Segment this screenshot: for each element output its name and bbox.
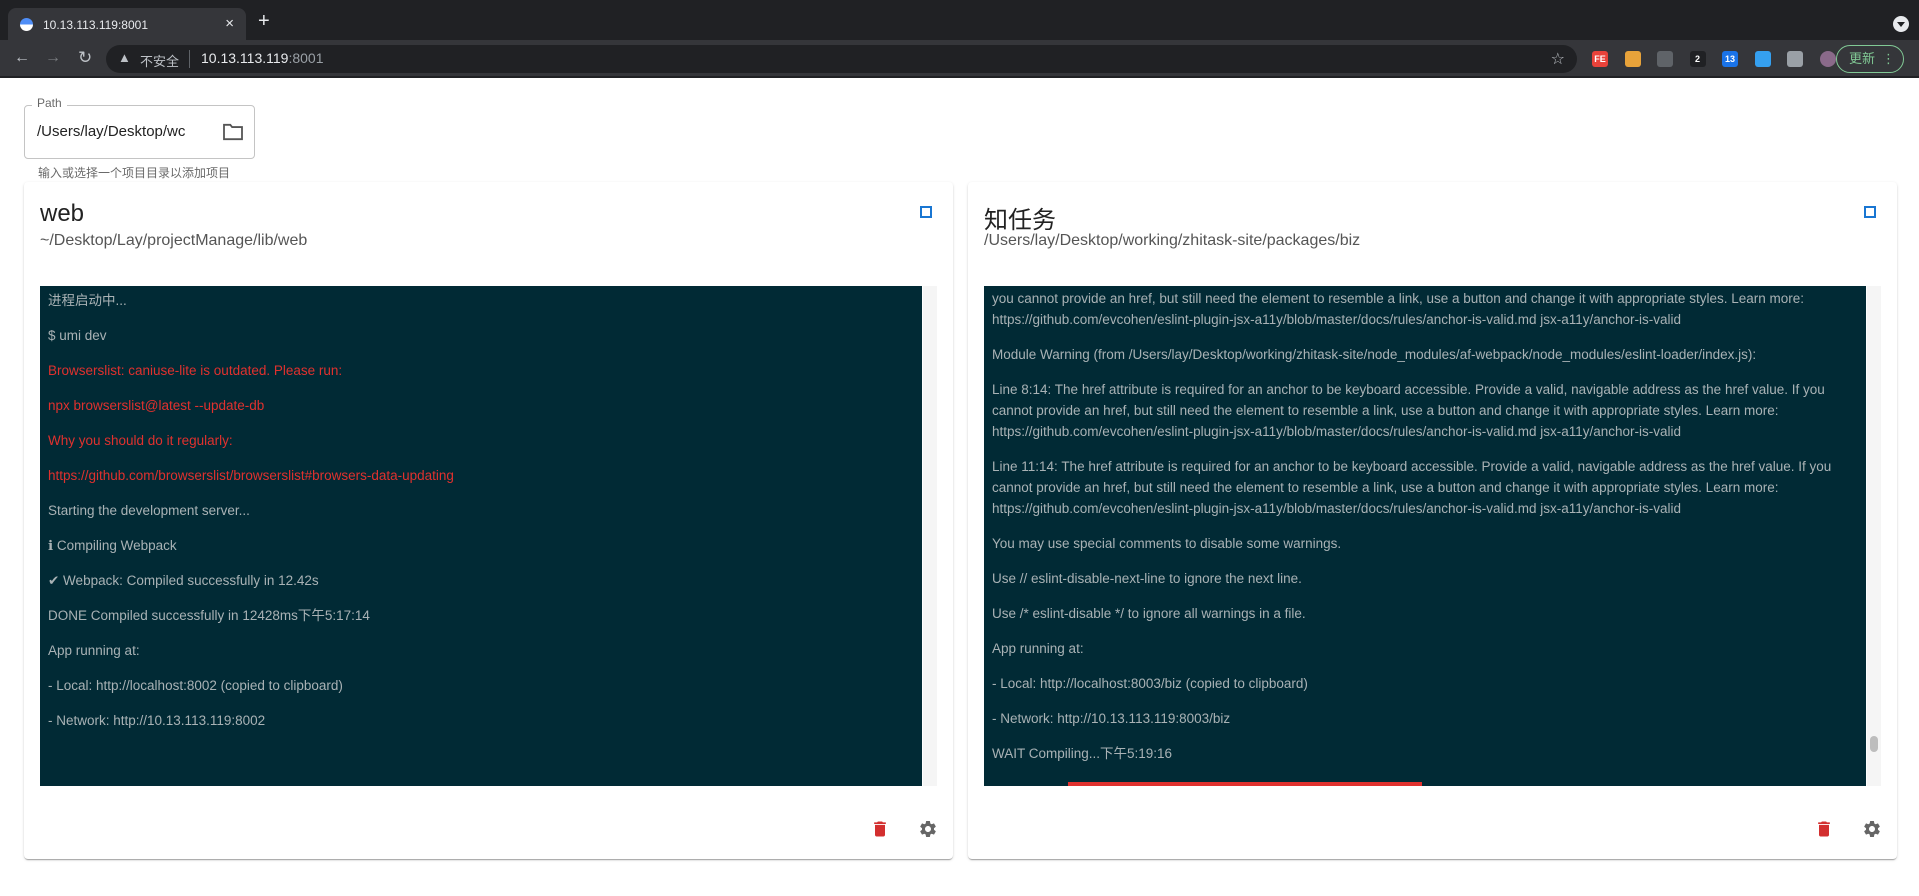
console-line: App running at: bbox=[992, 641, 1084, 656]
browser-toolbar: ← → ↻ ▲ 不安全 10.13.113.119:8001 ☆ FE 2 13 更… bbox=[0, 40, 1919, 78]
console-line: Line 8:14: The href attribute is require… bbox=[992, 382, 1825, 439]
delete-icon[interactable] bbox=[1814, 818, 1834, 840]
console-line: ✔ Webpack: Compiled successfully in 12.4… bbox=[48, 573, 319, 588]
browser-menu-icon[interactable]: ⋮ bbox=[1882, 46, 1895, 72]
select-checkbox[interactable] bbox=[920, 206, 932, 218]
console-line: Line 11:14: The href attribute is requir… bbox=[992, 459, 1832, 516]
settings-gear-icon[interactable] bbox=[1862, 818, 1882, 840]
browser-tab-bar: 10.13.113.119:8001 × + bbox=[0, 0, 1919, 40]
forward-button[interactable]: → bbox=[45, 48, 61, 68]
bookmark-star-icon[interactable]: ☆ bbox=[1551, 49, 1565, 69]
update-button[interactable]: 更新 ⋮ bbox=[1836, 45, 1904, 73]
console-line: 进程启动中... bbox=[48, 293, 127, 308]
new-tab-button[interactable]: + bbox=[258, 11, 270, 31]
insecure-label[interactable]: 不安全 bbox=[140, 51, 179, 70]
console-scrollbar[interactable] bbox=[1867, 286, 1881, 786]
console-line: - Local: http://localhost:8002 (copied t… bbox=[48, 678, 343, 693]
path-label: Path bbox=[32, 96, 67, 110]
console-line: you cannot provide an href, but still ne… bbox=[992, 291, 1804, 327]
url-host: 10.13.113.119 bbox=[201, 50, 289, 66]
o-extension-icon[interactable]: 2 bbox=[1689, 51, 1706, 67]
console-line: Module Warning (from /Users/lay/Desktop/… bbox=[992, 347, 1757, 362]
console-line: Starting the development server... bbox=[48, 503, 250, 518]
address-separator bbox=[189, 50, 190, 68]
project-card-zhitask: 知任务 /Users/lay/Desktop/working/zhitask-s… bbox=[968, 182, 1897, 859]
console-line: Use // eslint-disable-next-line to ignor… bbox=[992, 571, 1302, 586]
project-path: ~/Desktop/Lay/projectManage/lib/web bbox=[40, 232, 308, 249]
grid-extension-icon[interactable]: 13 bbox=[1722, 51, 1738, 67]
update-label: 更新 bbox=[1849, 51, 1876, 66]
back-button[interactable]: ← bbox=[14, 48, 30, 68]
console-line: - Network: http://10.13.113.119:8002 bbox=[48, 713, 266, 728]
warning-icon: ▲ bbox=[118, 50, 131, 65]
console-output: you cannot provide an href, but still ne… bbox=[984, 286, 1866, 786]
console-output: 进程启动中... $ umi dev Browserslist: caniuse-l… bbox=[40, 286, 922, 786]
path-input[interactable] bbox=[37, 123, 207, 140]
scrollbar-thumb[interactable] bbox=[1870, 736, 1878, 752]
console-line: WAIT Compiling...下午5:19:16 bbox=[992, 746, 1173, 761]
url-text[interactable]: 10.13.113.119:8001 bbox=[201, 50, 324, 66]
console-line: - Local: http://localhost:8003/biz (copi… bbox=[992, 676, 1308, 691]
settings-gear-icon[interactable] bbox=[918, 818, 938, 840]
address-bar[interactable]: ▲ 不安全 10.13.113.119:8001 ☆ bbox=[106, 45, 1577, 73]
diamond-extension-icon[interactable] bbox=[1754, 51, 1771, 67]
console-line: $ umi dev bbox=[48, 328, 107, 343]
project-path: /Users/lay/Desktop/working/zhitask-site/… bbox=[984, 232, 1361, 249]
fe-extension-icon[interactable]: FE bbox=[1592, 51, 1608, 67]
puzzle-extension-icon[interactable] bbox=[1787, 51, 1803, 67]
console-line: npx browserslist@latest --update-db bbox=[48, 398, 265, 413]
console-line: https://github.com/browserslist/browsers… bbox=[48, 468, 454, 483]
project-card-web: web ~/Desktop/Lay/projectManage/lib/web … bbox=[24, 182, 953, 859]
path-helper-text: 输入或选择一个项目目录以添加项目 bbox=[38, 166, 231, 180]
select-checkbox[interactable] bbox=[1864, 206, 1876, 218]
error-highlight-bar bbox=[1068, 782, 1422, 786]
console-line: App running at: bbox=[48, 643, 140, 658]
tab-title: 10.13.113.119:8001 bbox=[43, 18, 148, 32]
delete-icon[interactable] bbox=[870, 818, 890, 840]
reload-button[interactable]: ↻ bbox=[78, 48, 92, 68]
console-line: DONE Compiled successfully in 12428ms下午5… bbox=[48, 608, 370, 623]
folder-icon[interactable] bbox=[222, 123, 244, 141]
console-scrollbar[interactable] bbox=[923, 286, 937, 786]
cookie-extension-icon[interactable] bbox=[1624, 51, 1641, 67]
console-line: Why you should do it regularly: bbox=[48, 433, 233, 448]
console-line: - Network: http://10.13.113.119:8003/biz bbox=[992, 711, 1231, 726]
console-line: ℹ Compiling Webpack bbox=[48, 538, 177, 553]
tab-favicon-icon bbox=[20, 18, 33, 31]
tab-close-icon[interactable]: × bbox=[225, 15, 234, 32]
tab-search-icon[interactable] bbox=[1893, 16, 1909, 32]
project-title: web bbox=[40, 200, 85, 227]
console-line: You may use special comments to disable … bbox=[992, 536, 1342, 551]
console-line: Browserslist: caniuse-lite is outdated. … bbox=[48, 363, 343, 378]
url-port: :8001 bbox=[288, 50, 324, 66]
browser-tab[interactable]: 10.13.113.119:8001 × bbox=[8, 8, 246, 40]
project-title: 知任务 bbox=[984, 207, 1056, 234]
profile-avatar-icon[interactable] bbox=[1819, 51, 1836, 67]
console-line: Use /* eslint-disable */ to ignore all w… bbox=[992, 606, 1306, 621]
spy-extension-icon[interactable] bbox=[1657, 51, 1673, 67]
